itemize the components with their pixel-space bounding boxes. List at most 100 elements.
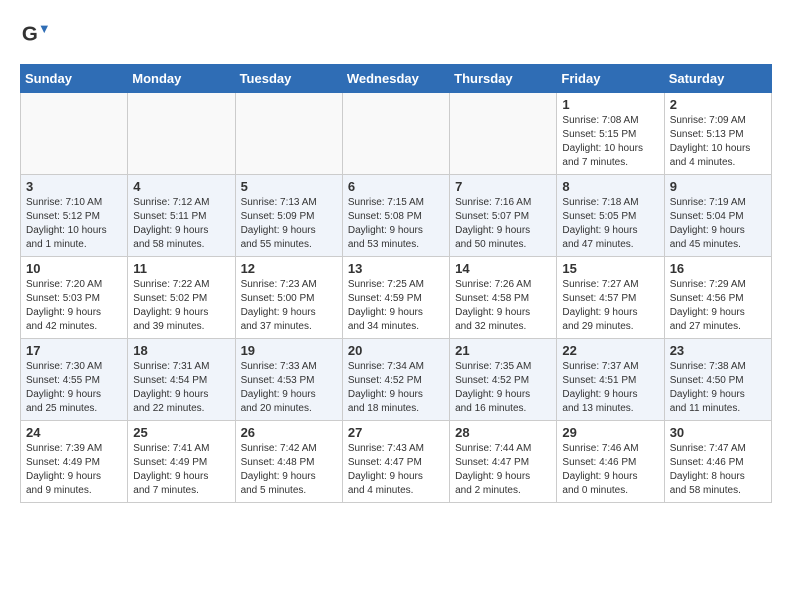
- day-info: Sunrise: 7:47 AM Sunset: 4:46 PM Dayligh…: [670, 442, 766, 498]
- weekday-header: Friday: [557, 65, 664, 93]
- day-info: Sunrise: 7:30 AM Sunset: 4:55 PM Dayligh…: [26, 360, 122, 416]
- day-info: Sunrise: 7:31 AM Sunset: 4:54 PM Dayligh…: [133, 360, 229, 416]
- day-number: 16: [670, 261, 766, 276]
- day-number: 2: [670, 97, 766, 112]
- calendar-week-row: 10 Sunrise: 7:20 AM Sunset: 5:03 PM Dayli…: [21, 257, 772, 339]
- day-info: Sunrise: 7:43 AM Sunset: 4:47 PM Dayligh…: [348, 442, 444, 498]
- weekday-header-row: SundayMondayTuesdayWednesdayThursdayFrid…: [21, 65, 772, 93]
- day-info: Sunrise: 7:38 AM Sunset: 4:50 PM Dayligh…: [670, 360, 766, 416]
- day-number: 7: [455, 179, 551, 194]
- calendar-cell: 30Sunrise: 7:47 AM Sunset: 4:46 PM Dayli…: [664, 421, 771, 503]
- day-number: 11: [133, 261, 229, 276]
- day-info: Sunrise: 7:46 AM Sunset: 4:46 PM Dayligh…: [562, 442, 658, 498]
- weekday-header: Tuesday: [235, 65, 342, 93]
- day-number: 22: [562, 343, 658, 358]
- calendar-cell: 27 Sunrise: 7:43 AM Sunset: 4:47 PM Dayli…: [342, 421, 449, 503]
- day-info: Sunrise: 7:09 AM Sunset: 5:13 PM Dayligh…: [670, 114, 766, 170]
- day-number: 19: [241, 343, 337, 358]
- day-info: Sunrise: 7:41 AM Sunset: 4:49 PM Dayligh…: [133, 442, 229, 498]
- day-info: Sunrise: 7:16 AM Sunset: 5:07 PM Dayligh…: [455, 196, 551, 252]
- day-info: Sunrise: 7:19 AM Sunset: 5:04 PM Dayligh…: [670, 196, 766, 252]
- calendar-week-row: 24Sunrise: 7:39 AM Sunset: 4:49 PM Dayli…: [21, 421, 772, 503]
- day-info: Sunrise: 7:15 AM Sunset: 5:08 PM Dayligh…: [348, 196, 444, 252]
- calendar-cell: 8 Sunrise: 7:18 AM Sunset: 5:05 PM Daylig…: [557, 175, 664, 257]
- day-number: 3: [26, 179, 122, 194]
- calendar-cell: 16 Sunrise: 7:29 AM Sunset: 4:56 PM Dayli…: [664, 257, 771, 339]
- calendar-cell: [235, 93, 342, 175]
- weekday-header: Monday: [128, 65, 235, 93]
- calendar-cell: 24Sunrise: 7:39 AM Sunset: 4:49 PM Dayli…: [21, 421, 128, 503]
- day-info: Sunrise: 7:39 AM Sunset: 4:49 PM Dayligh…: [26, 442, 122, 498]
- day-info: Sunrise: 7:44 AM Sunset: 4:47 PM Dayligh…: [455, 442, 551, 498]
- day-number: 18: [133, 343, 229, 358]
- day-info: Sunrise: 7:33 AM Sunset: 4:53 PM Dayligh…: [241, 360, 337, 416]
- day-number: 17: [26, 343, 122, 358]
- day-number: 6: [348, 179, 444, 194]
- day-number: 25: [133, 425, 229, 440]
- logo: G: [20, 20, 52, 48]
- calendar-cell: 1 Sunrise: 7:08 AM Sunset: 5:15 PM Daylig…: [557, 93, 664, 175]
- calendar-week-row: 17 Sunrise: 7:30 AM Sunset: 4:55 PM Dayli…: [21, 339, 772, 421]
- weekday-header: Sunday: [21, 65, 128, 93]
- calendar-cell: 25 Sunrise: 7:41 AM Sunset: 4:49 PM Dayli…: [128, 421, 235, 503]
- calendar-cell: [128, 93, 235, 175]
- calendar-cell: 3 Sunrise: 7:10 AM Sunset: 5:12 PM Daylig…: [21, 175, 128, 257]
- calendar-cell: 22 Sunrise: 7:37 AM Sunset: 4:51 PM Dayli…: [557, 339, 664, 421]
- calendar-week-row: 1 Sunrise: 7:08 AM Sunset: 5:15 PM Daylig…: [21, 93, 772, 175]
- header: G: [20, 20, 772, 48]
- day-number: 13: [348, 261, 444, 276]
- calendar-table: SundayMondayTuesdayWednesdayThursdayFrid…: [20, 64, 772, 503]
- day-number: 28: [455, 425, 551, 440]
- calendar-week-row: 3 Sunrise: 7:10 AM Sunset: 5:12 PM Daylig…: [21, 175, 772, 257]
- day-info: Sunrise: 7:29 AM Sunset: 4:56 PM Dayligh…: [670, 278, 766, 334]
- day-number: 9: [670, 179, 766, 194]
- calendar-cell: [450, 93, 557, 175]
- day-number: 8: [562, 179, 658, 194]
- day-info: Sunrise: 7:20 AM Sunset: 5:03 PM Dayligh…: [26, 278, 122, 334]
- calendar-cell: 6 Sunrise: 7:15 AM Sunset: 5:08 PM Daylig…: [342, 175, 449, 257]
- calendar-cell: 17 Sunrise: 7:30 AM Sunset: 4:55 PM Dayli…: [21, 339, 128, 421]
- day-info: Sunrise: 7:22 AM Sunset: 5:02 PM Dayligh…: [133, 278, 229, 334]
- day-number: 10: [26, 261, 122, 276]
- day-info: Sunrise: 7:18 AM Sunset: 5:05 PM Dayligh…: [562, 196, 658, 252]
- calendar-cell: 23Sunrise: 7:38 AM Sunset: 4:50 PM Dayli…: [664, 339, 771, 421]
- day-info: Sunrise: 7:27 AM Sunset: 4:57 PM Dayligh…: [562, 278, 658, 334]
- calendar-cell: [342, 93, 449, 175]
- calendar-cell: 29 Sunrise: 7:46 AM Sunset: 4:46 PM Dayli…: [557, 421, 664, 503]
- calendar-cell: [21, 93, 128, 175]
- calendar-cell: 28 Sunrise: 7:44 AM Sunset: 4:47 PM Dayli…: [450, 421, 557, 503]
- calendar-cell: 14 Sunrise: 7:26 AM Sunset: 4:58 PM Dayli…: [450, 257, 557, 339]
- calendar-cell: 9 Sunrise: 7:19 AM Sunset: 5:04 PM Daylig…: [664, 175, 771, 257]
- weekday-header: Saturday: [664, 65, 771, 93]
- calendar-cell: 12 Sunrise: 7:23 AM Sunset: 5:00 PM Dayli…: [235, 257, 342, 339]
- day-number: 21: [455, 343, 551, 358]
- calendar-cell: 13 Sunrise: 7:25 AM Sunset: 4:59 PM Dayli…: [342, 257, 449, 339]
- calendar-cell: 15Sunrise: 7:27 AM Sunset: 4:57 PM Dayli…: [557, 257, 664, 339]
- day-info: Sunrise: 7:42 AM Sunset: 4:48 PM Dayligh…: [241, 442, 337, 498]
- day-info: Sunrise: 7:25 AM Sunset: 4:59 PM Dayligh…: [348, 278, 444, 334]
- day-number: 5: [241, 179, 337, 194]
- day-info: Sunrise: 7:08 AM Sunset: 5:15 PM Dayligh…: [562, 114, 658, 170]
- calendar-cell: 10 Sunrise: 7:20 AM Sunset: 5:03 PM Dayli…: [21, 257, 128, 339]
- day-number: 1: [562, 97, 658, 112]
- calendar-cell: 26Sunrise: 7:42 AM Sunset: 4:48 PM Dayli…: [235, 421, 342, 503]
- day-info: Sunrise: 7:12 AM Sunset: 5:11 PM Dayligh…: [133, 196, 229, 252]
- calendar-cell: 2 Sunrise: 7:09 AM Sunset: 5:13 PM Daylig…: [664, 93, 771, 175]
- calendar-cell: 11 Sunrise: 7:22 AM Sunset: 5:02 PM Dayli…: [128, 257, 235, 339]
- calendar-cell: 7 Sunrise: 7:16 AM Sunset: 5:07 PM Daylig…: [450, 175, 557, 257]
- day-number: 12: [241, 261, 337, 276]
- day-info: Sunrise: 7:37 AM Sunset: 4:51 PM Dayligh…: [562, 360, 658, 416]
- weekday-header: Wednesday: [342, 65, 449, 93]
- day-info: Sunrise: 7:23 AM Sunset: 5:00 PM Dayligh…: [241, 278, 337, 334]
- day-number: 14: [455, 261, 551, 276]
- day-info: Sunrise: 7:10 AM Sunset: 5:12 PM Dayligh…: [26, 196, 122, 252]
- day-number: 27: [348, 425, 444, 440]
- day-info: Sunrise: 7:26 AM Sunset: 4:58 PM Dayligh…: [455, 278, 551, 334]
- calendar-cell: 5 Sunrise: 7:13 AM Sunset: 5:09 PM Daylig…: [235, 175, 342, 257]
- day-info: Sunrise: 7:35 AM Sunset: 4:52 PM Dayligh…: [455, 360, 551, 416]
- calendar-cell: 21 Sunrise: 7:35 AM Sunset: 4:52 PM Dayli…: [450, 339, 557, 421]
- day-info: Sunrise: 7:13 AM Sunset: 5:09 PM Dayligh…: [241, 196, 337, 252]
- logo-icon: G: [20, 20, 48, 48]
- calendar-cell: 19 Sunrise: 7:33 AM Sunset: 4:53 PM Dayli…: [235, 339, 342, 421]
- day-number: 29: [562, 425, 658, 440]
